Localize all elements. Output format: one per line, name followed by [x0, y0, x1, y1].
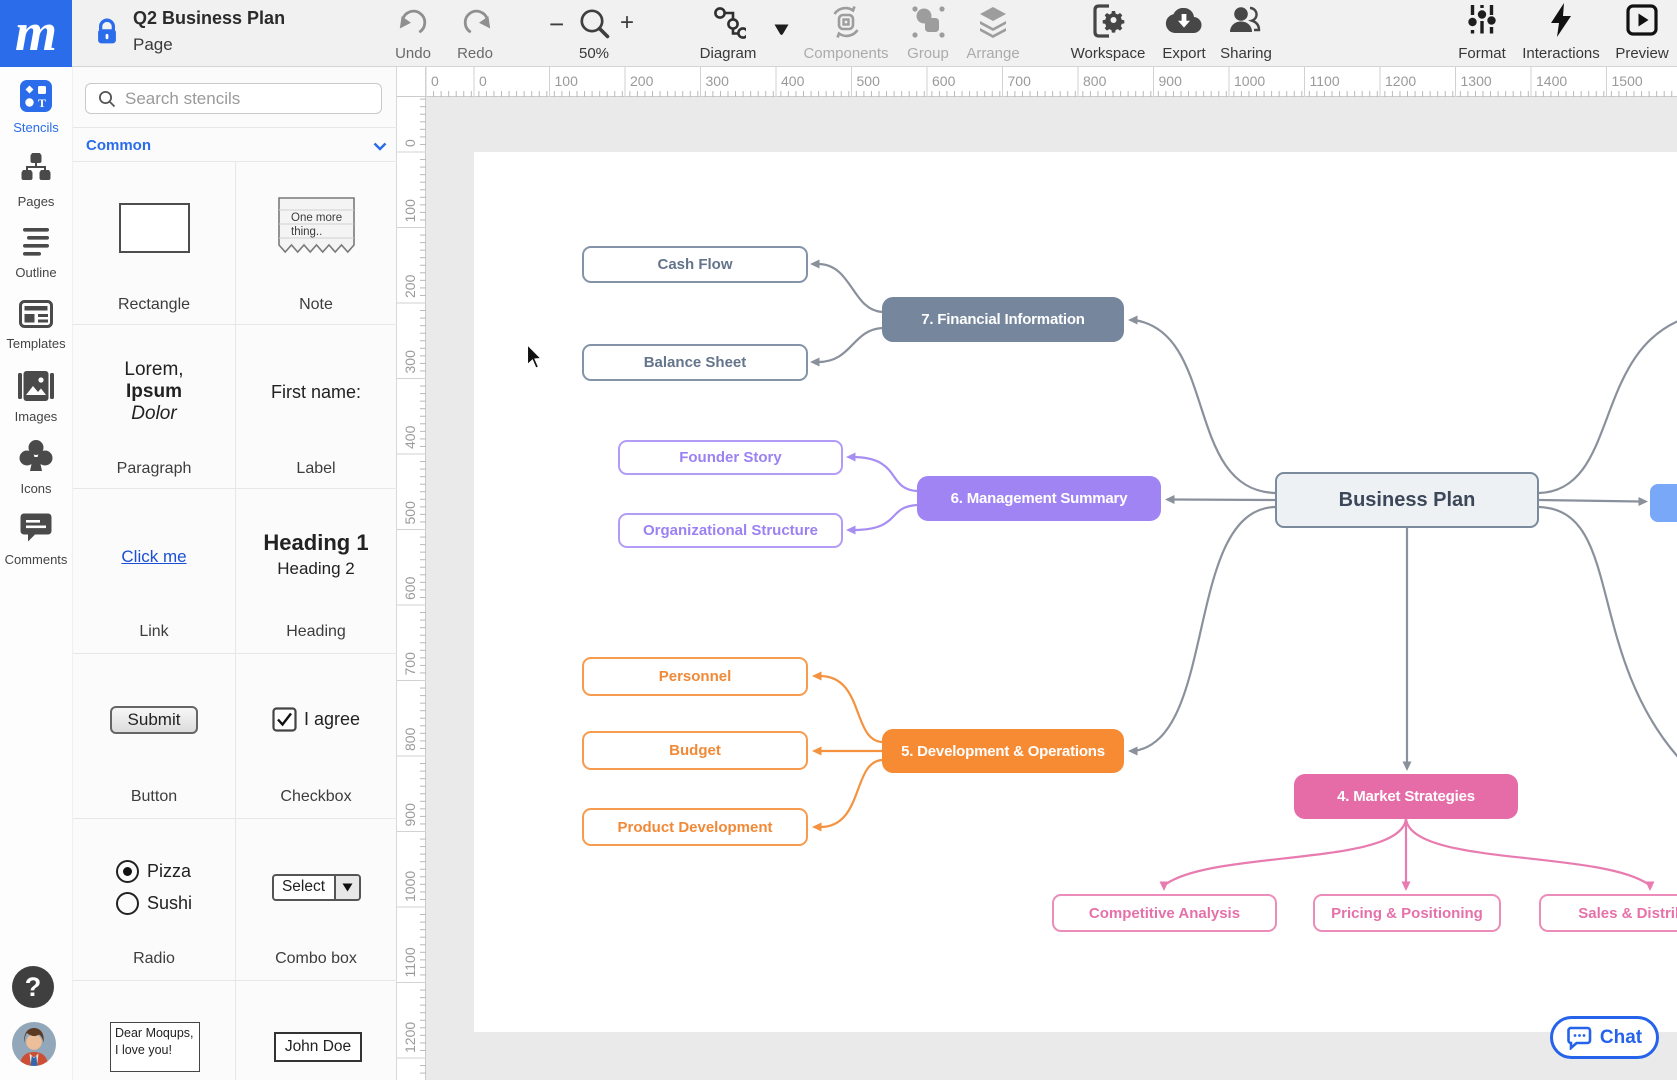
svg-text:600: 600 [932, 73, 956, 89]
svg-text:400: 400 [402, 425, 418, 449]
svg-text:1000: 1000 [402, 871, 418, 902]
svg-text:0: 0 [402, 139, 418, 147]
svg-text:T: T [38, 96, 46, 110]
svg-text:1100: 1100 [402, 947, 418, 977]
svg-text:0: 0 [431, 73, 439, 89]
svg-text:600: 600 [402, 576, 418, 600]
svg-text:0: 0 [479, 73, 487, 89]
svg-text:1400: 1400 [1536, 73, 1567, 89]
svg-text:900: 900 [1159, 73, 1183, 89]
svg-text:800: 800 [402, 727, 418, 751]
svg-text:1300: 1300 [1461, 73, 1492, 89]
svg-text:1500: 1500 [1612, 73, 1643, 89]
svg-text:300: 300 [402, 350, 418, 374]
svg-text:m: m [15, 6, 57, 62]
svg-text:400: 400 [781, 73, 805, 89]
svg-text:1000: 1000 [1234, 73, 1265, 89]
svg-text:100: 100 [555, 73, 579, 89]
svg-text:100: 100 [402, 199, 418, 223]
svg-text:500: 500 [857, 73, 881, 89]
svg-text:500: 500 [402, 501, 418, 525]
svg-text:700: 700 [1008, 73, 1032, 89]
svg-text:200: 200 [630, 73, 654, 89]
svg-text:700: 700 [402, 652, 418, 676]
svg-text:800: 800 [1083, 73, 1107, 89]
svg-text:900: 900 [402, 803, 418, 827]
svg-text:thing..: thing.. [291, 226, 322, 238]
svg-text:One more: One more [291, 212, 342, 224]
svg-text:200: 200 [402, 274, 418, 298]
svg-text:1200: 1200 [1385, 73, 1416, 89]
svg-text:300: 300 [706, 73, 730, 89]
svg-text:1200: 1200 [402, 1022, 418, 1053]
svg-text:1100: 1100 [1310, 73, 1340, 89]
